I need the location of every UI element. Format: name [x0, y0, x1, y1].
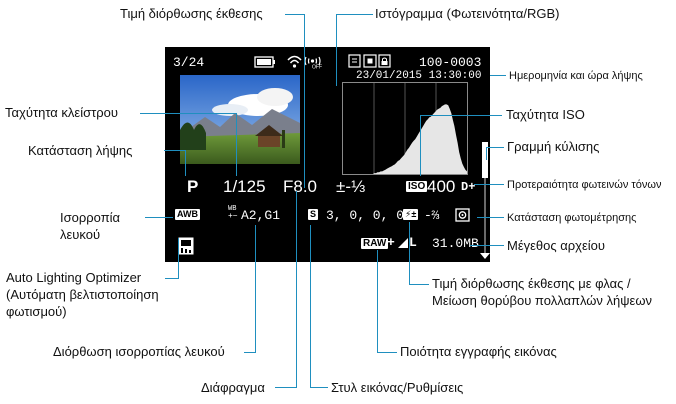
camera-lcd-screen: 3/24 OFF 100-0003 23/01/2015 13:30:00 P …: [165, 47, 490, 262]
label-mode: Κατάσταση λήψης: [28, 143, 133, 158]
label-metering: Κατάσταση φωτομέτρησης: [507, 212, 637, 224]
shutter-speed: 1/125: [223, 177, 266, 196]
protect-icon: [348, 54, 361, 68]
capture-datetime: 23/01/2015 13:30:00: [356, 70, 482, 82]
iso-value: 400: [427, 177, 456, 196]
auto-lighting-optimizer-icon: [178, 237, 194, 255]
picture-style-badge: S: [308, 209, 319, 220]
label-aperture: Διάφραγμα: [201, 380, 265, 395]
histogram-box: [342, 82, 468, 175]
iso-badge: ISO: [406, 181, 428, 192]
rating-frame-icon: [363, 54, 377, 68]
label-exposure-comp: Τιμή διόρθωσης έκθεσης: [120, 6, 263, 21]
label-highlight: Προτεραιότητα φωτεινών τόνων: [507, 179, 662, 191]
label-flash-line1: Τιμή διόρθωσης έκθεσης με φλας /: [432, 276, 631, 291]
label-alo-line2: (Αυτόματη βελτιστοποίηση: [6, 287, 159, 302]
label-quality: Ποιότητα εγγραφής εικόνας: [400, 344, 557, 359]
highlight-tone-priority: D+: [461, 180, 476, 194]
wb-shift-arrows-icon: +−: [228, 212, 238, 221]
label-wb-line2: λευκού: [60, 227, 101, 242]
image-counter: 3/24: [173, 55, 205, 70]
label-alo-line1: Auto Lighting Optimizer: [6, 270, 142, 285]
label-filesize: Μέγεθος αρχείου: [507, 238, 606, 253]
quality-plus: +: [387, 235, 395, 250]
gps-off-icon: OFF: [304, 56, 322, 70]
jpeg-quality-icon: [398, 238, 408, 248]
label-histogram: Ιστόγραμμα (Φωτεινότητα/RGB): [375, 6, 560, 21]
label-flash-line2: Μείωση θορύβου πολλαπλών λήψεων: [432, 293, 652, 308]
flash-exposure-comp: -⅔: [424, 208, 440, 223]
picture-style-settings: 3, 0, 0, 0: [326, 208, 405, 223]
label-style: Στυλ εικόνας/Ρυθμίσεις: [331, 380, 464, 395]
label-alo-line3: φωτισμού): [6, 304, 67, 319]
label-datetime: Ημερομηνία και ώρα λήψης: [509, 70, 643, 82]
battery-icon: [254, 56, 275, 68]
svg-text:OFF: OFF: [312, 65, 322, 70]
quality-raw-badge: RAW: [361, 238, 389, 249]
label-shutter: Ταχύτητα κλείστρου: [5, 105, 118, 120]
exposure-compensation: ±-⅓: [336, 177, 366, 196]
wb-shift-value: A2,G1: [241, 208, 281, 223]
flash-comp-icon: ⚡±: [403, 209, 419, 220]
aperture-value: F8.0: [283, 177, 318, 196]
white-balance-badge: AWB: [175, 209, 200, 220]
lock-icon: [378, 54, 391, 68]
photo-thumbnail: [180, 75, 300, 164]
label-scrollbar: Γραμμή κύλισης: [507, 139, 600, 154]
file-size: 31.0MB: [432, 236, 479, 251]
label-wb-shift: Διόρθωση ισορροπίας λευκού: [53, 344, 225, 359]
label-iso: Ταχύτητα ISO: [506, 107, 585, 122]
label-wb-line1: Ισορροπία: [60, 210, 121, 225]
quality-size: L: [409, 235, 417, 250]
shooting-mode: P: [187, 177, 199, 196]
metering-mode-icon: [455, 208, 470, 222]
file-number: 100-0003: [419, 55, 482, 70]
histogram-chart: [343, 83, 467, 174]
wifi-icon: [287, 55, 302, 68]
scroll-down-arrow-icon[interactable]: [480, 253, 490, 259]
